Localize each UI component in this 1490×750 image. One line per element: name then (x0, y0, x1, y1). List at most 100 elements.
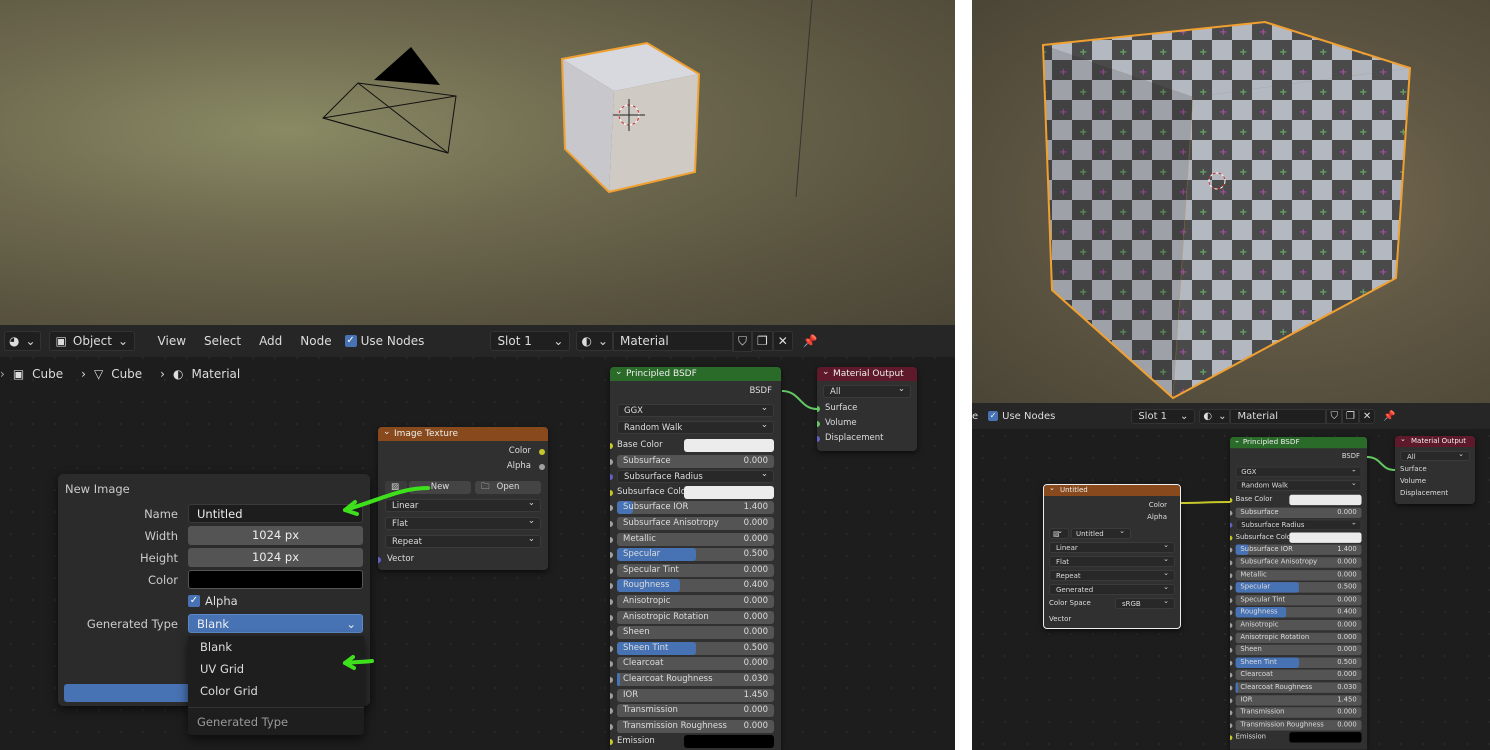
bsdf-input-row[interactable]: IOR 1.450 (1230, 694, 1362, 707)
bsdf-input-row[interactable]: IOR 1.450 (610, 688, 774, 704)
bsdf-input-row[interactable]: Subsurface 0.000 (1230, 506, 1362, 519)
input-socket[interactable] (1230, 623, 1233, 628)
image-name-field[interactable]: Untitled (1071, 526, 1131, 539)
input-socket[interactable] (1230, 560, 1233, 566)
value-slider[interactable]: Specular 0.500 (1235, 582, 1362, 593)
bsdf-input-row[interactable]: Metallic 0.000 (1230, 569, 1362, 582)
cube[interactable] (560, 41, 701, 194)
material-output-node[interactable]: Material Output All Surface Volume Displ… (1395, 436, 1475, 504)
untitled-texture-node[interactable]: Untitled Color Alpha ▨ Untitled Linear F… (1043, 484, 1181, 629)
color-swatch[interactable] (1289, 532, 1362, 543)
image-browse-button[interactable]: ▨ (385, 481, 407, 494)
input-socket[interactable] (610, 676, 613, 683)
bsdf-input-row[interactable]: Subsurface Radius (1230, 518, 1362, 532)
bsdf-input-row[interactable]: Subsurface Radius (610, 468, 774, 485)
input-socket[interactable] (610, 489, 613, 496)
input-socket[interactable] (1230, 547, 1233, 553)
menu-view[interactable]: View (149, 334, 195, 348)
input-socket[interactable] (610, 443, 613, 449)
input-socket[interactable] (1230, 635, 1233, 641)
color-swatch[interactable] (1289, 732, 1362, 743)
input-socket[interactable] (1230, 497, 1233, 503)
input-socket[interactable] (610, 474, 613, 481)
generated-type-dropdown[interactable]: Blank ⌄ (188, 614, 363, 633)
bsdf-input-row[interactable]: Metallic 0.000 (610, 532, 774, 548)
input-socket[interactable] (610, 661, 613, 668)
value-slider[interactable]: Anisotropic Rotation 0.000 (1235, 632, 1362, 643)
input-socket[interactable] (1230, 673, 1233, 678)
value-slider[interactable]: IOR 1.450 (617, 688, 774, 702)
image-browse-button[interactable]: ▨ (1049, 526, 1069, 539)
menu-node[interactable]: Node (291, 334, 340, 348)
value-slider[interactable]: Subsurface Anisotropy 0.000 (617, 516, 774, 530)
unlink-material-button[interactable]: ✕ (1358, 408, 1376, 424)
input-socket[interactable] (610, 505, 613, 512)
material-output-node[interactable]: Material Output All Surface Volume Displ… (817, 367, 917, 451)
input-socket[interactable] (1230, 598, 1233, 603)
input-socket[interactable] (610, 520, 613, 527)
volume-input-socket[interactable] (817, 421, 820, 427)
menu-item-blank[interactable]: Blank (188, 636, 364, 658)
value-slider[interactable]: Clearcoat 0.000 (1235, 669, 1362, 681)
color-swatch[interactable] (684, 485, 774, 499)
value-slider[interactable]: Transmission Roughness 0.000 (1235, 719, 1362, 731)
3d-viewport[interactable] (0, 0, 955, 325)
value-slider[interactable]: Transmission 0.000 (1235, 707, 1362, 718)
fake-user-button[interactable]: ⛉ (732, 330, 752, 352)
input-socket[interactable] (610, 598, 613, 605)
bsdf-input-row[interactable]: Sheen Tint 0.500 (1230, 657, 1362, 670)
bsdf-input-row[interactable]: Subsurface Anisotropy 0.000 (1230, 556, 1362, 569)
value-slider[interactable]: Anisotropic 0.000 (617, 594, 774, 608)
bsdf-input-row[interactable]: Specular 0.500 (610, 547, 774, 563)
input-socket[interactable] (1230, 735, 1233, 741)
alpha-output-socket[interactable] (539, 464, 545, 470)
input-socket[interactable] (610, 739, 613, 746)
input-socket[interactable] (610, 645, 613, 652)
bsdf-input-row[interactable]: Base Color (610, 438, 774, 454)
input-socket[interactable] (610, 552, 613, 559)
value-slider[interactable]: Sheen 0.000 (1235, 644, 1362, 656)
use-nodes-checkbox[interactable]: ✓ Use Nodes (344, 334, 424, 348)
material-name-field[interactable]: Material (1230, 408, 1327, 424)
displacement-input-socket[interactable] (817, 436, 820, 442)
input-socket[interactable] (610, 614, 613, 621)
interpolation-dropdown[interactable]: Linear (385, 497, 541, 512)
height-field[interactable]: 1024 px (188, 548, 363, 567)
value-slider[interactable]: Clearcoat Roughness 0.030 (617, 672, 774, 686)
value-slider[interactable]: Anisotropic Rotation 0.000 (617, 610, 774, 624)
bsdf-input-row[interactable]: Clearcoat Roughness 0.030 (1230, 682, 1362, 695)
interpolation-dropdown[interactable]: Linear (1049, 540, 1175, 553)
input-socket[interactable] (1230, 572, 1233, 578)
value-slider[interactable]: Metallic 0.000 (1235, 569, 1362, 581)
material-name-field[interactable]: Material (612, 331, 733, 351)
bsdf-input-row[interactable]: Subsurface IOR 1.400 (610, 500, 774, 516)
new-image-button[interactable]: New (409, 481, 471, 494)
principled-bsdf-node[interactable]: Principled BSDF BSDF GGX Random Walk Bas… (610, 367, 781, 750)
menu-add[interactable]: Add (250, 334, 291, 348)
menu-item-color-grid[interactable]: Color Grid (188, 680, 364, 702)
bsdf-input-row[interactable]: Transmission 0.000 (610, 703, 774, 719)
name-field[interactable]: Untitled (188, 504, 363, 523)
extension-dropdown[interactable]: Repeat (1049, 568, 1175, 581)
bsdf-input-row[interactable]: Transmission Roughness 0.000 (1230, 719, 1362, 732)
value-slider[interactable]: Transmission Roughness 0.000 (617, 719, 774, 733)
pin-icon[interactable]: 📌 (803, 334, 818, 348)
bsdf-input-row[interactable]: Subsurface IOR 1.400 (1230, 544, 1362, 557)
bsdf-input-row[interactable]: Subsurface Color (1230, 531, 1362, 544)
bsdf-input-row[interactable]: Clearcoat Roughness 0.030 (610, 672, 774, 688)
value-slider[interactable]: IOR 1.450 (1235, 694, 1362, 706)
surface-input-socket[interactable] (817, 406, 820, 412)
projection-dropdown[interactable]: Flat (385, 515, 541, 530)
value-slider[interactable]: Roughness 0.400 (617, 579, 774, 593)
distribution-dropdown[interactable]: GGX (1235, 465, 1362, 478)
bsdf-input-row[interactable]: Anisotropic Rotation 0.000 (610, 610, 774, 626)
bsdf-input-row[interactable]: Clearcoat 0.000 (610, 656, 774, 672)
value-slider[interactable]: Subsurface IOR 1.400 (1235, 544, 1362, 556)
image-texture-node[interactable]: Image Texture Color Alpha ▨ New 🗀 Open Li… (378, 427, 548, 570)
input-socket[interactable] (1230, 522, 1233, 528)
value-slider[interactable]: Transmission 0.000 (617, 704, 774, 718)
bsdf-input-row[interactable]: Subsurface Anisotropy 0.000 (610, 516, 774, 532)
bsdf-input-row[interactable]: Clearcoat 0.000 (1230, 669, 1362, 682)
input-socket[interactable] (1230, 698, 1233, 703)
pin-icon[interactable]: 📌 (1383, 411, 1395, 422)
